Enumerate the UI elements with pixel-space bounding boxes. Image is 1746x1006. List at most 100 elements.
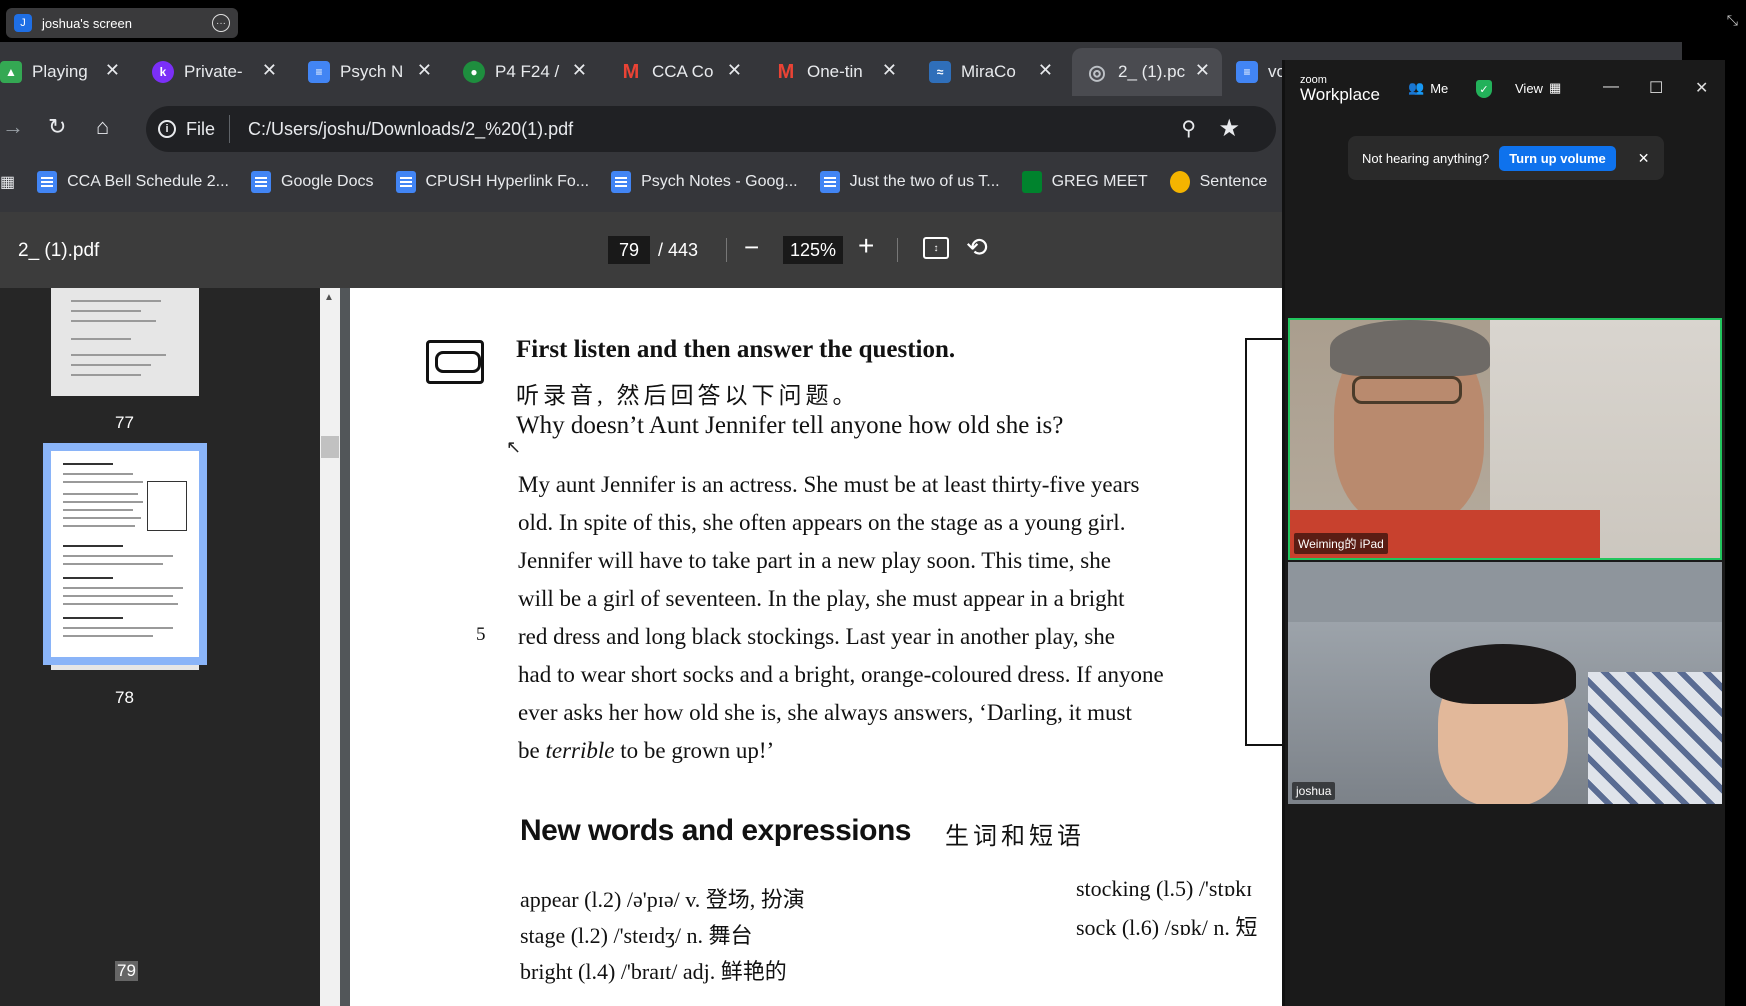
zoom-out-button[interactable]: − <box>744 232 759 263</box>
thumbnail-label: 78 <box>115 688 134 707</box>
forward-icon[interactable]: → <box>2 114 24 140</box>
line-number: 5 <box>476 624 486 645</box>
passage-line: My aunt Jennifer is an actress. She must… <box>518 472 1140 497</box>
more-options-icon[interactable]: ··· <box>212 14 230 32</box>
page-thumbnail-79-selected[interactable] <box>43 443 207 665</box>
toolbar-divider <box>726 238 727 262</box>
meeting-tool-label: Me <box>1430 80 1449 96</box>
maximize-icon[interactable]: ☐ <box>1649 78 1663 98</box>
google-docs-icon <box>37 171 58 193</box>
shield-check-icon: ✓ <box>1476 80 1492 98</box>
tab-label: 2_ (1).pc <box>1118 62 1186 81</box>
participant-hair <box>1430 644 1576 704</box>
close-icon[interactable]: ✕ <box>882 60 897 81</box>
close-icon[interactable]: ✕ <box>572 60 587 81</box>
view-label: View <box>1515 80 1543 96</box>
tab-psych-notes[interactable]: ≡ Psych N ✕ <box>308 48 432 96</box>
view-button[interactable]: View ▦ <box>1515 80 1561 96</box>
pdf-title: 2_ (1).pdf <box>18 240 100 261</box>
file-chip-label: File <box>186 118 216 139</box>
page-thumbnail-77[interactable] <box>51 288 199 396</box>
sidebar-scrollbar[interactable] <box>320 288 340 1006</box>
page-number-input[interactable]: 79 <box>608 236 650 264</box>
meeting-info-button[interactable]: 👥 Me <box>1408 80 1448 96</box>
tab-one-time[interactable]: M One-tin ✕ <box>775 48 897 96</box>
zoom-magnifier-icon[interactable]: ⚲ <box>1181 116 1196 141</box>
home-icon[interactable]: ⌂ <box>96 114 109 140</box>
tab-cca-co[interactable]: M CCA Co ✕ <box>620 48 742 96</box>
lesson-passage: My aunt Jennifer is an actress. She must… <box>518 466 1290 770</box>
audio-notice-text: Not hearing anything? <box>1362 150 1490 166</box>
passage-emphasis: terrible <box>545 738 615 763</box>
address-bar[interactable]: i File C:/Users/joshu/Downloads/2_%20(1)… <box>146 106 1276 152</box>
close-icon[interactable]: ✕ <box>1638 150 1650 167</box>
close-icon[interactable]: ✕ <box>1195 60 1210 81</box>
exit-fullscreen-icon[interactable]: ⤡ <box>1727 12 1738 29</box>
bookmark-label: CPUSH Hyperlink Fo... <box>425 173 590 190</box>
rotate-icon[interactable]: ⟲ <box>966 232 988 263</box>
site-info-chip[interactable]: i File <box>158 115 231 143</box>
url-text[interactable]: C:/Users/joshu/Downloads/2_%20(1).pdf <box>248 119 573 140</box>
tab-playing[interactable]: ▲ Playing ✕ <box>0 48 120 96</box>
security-button[interactable]: ✓ <box>1476 80 1492 98</box>
tab-p4-f24[interactable]: ● P4 F24 / ✕ <box>463 48 587 96</box>
google-docs-icon <box>611 171 632 193</box>
passage-line: will be a girl of seventeen. In the play… <box>518 586 1125 611</box>
google-docs-icon <box>395 171 416 193</box>
passage-line: be terrible to be grown up!’ <box>518 732 1290 770</box>
passage-line: Jennifer will have to take part in a new… <box>518 548 1111 573</box>
tab-pdf-active[interactable]: ◎ 2_ (1).pc ✕ <box>1072 48 1222 96</box>
globe-icon: ◎ <box>1088 61 1106 84</box>
tab-private[interactable]: k Private- ✕ <box>152 48 277 96</box>
close-icon[interactable]: ✕ <box>417 60 432 81</box>
vocab-entry: appear (l.2) /ə'pɪə/ v. 登场, 扮演 <box>520 887 805 912</box>
lesson-instruction-chinese: 听录音, 然后回答以下问题。 <box>516 383 860 408</box>
bookmark-star-icon[interactable]: ★ <box>1218 114 1240 143</box>
screen-share-bar: J joshua's screen ··· ⤡ <box>0 0 1746 42</box>
bookmark-cpush[interactable]: CPUSH Hyperlink Fo... <box>395 171 590 193</box>
apps-grid-icon[interactable]: ▦ <box>0 172 15 192</box>
bookmark-cca-bell[interactable]: CCA Bell Schedule 2... <box>37 171 229 193</box>
vocab-entry: stocking (l.5) /'stɒkɪ <box>1076 876 1253 901</box>
turn-up-volume-button[interactable]: Turn up volume <box>1499 145 1616 171</box>
close-window-icon[interactable]: ✕ <box>1695 78 1708 98</box>
bookmark-greg-meet[interactable]: GREG MEET <box>1021 171 1148 193</box>
zoom-in-button[interactable]: + <box>858 230 874 262</box>
k-app-icon: k <box>152 61 174 83</box>
bookmark-psych-notes[interactable]: Psych Notes - Goog... <box>611 171 798 193</box>
minimize-icon[interactable]: — <box>1603 78 1619 96</box>
participant-video-joshua[interactable]: joshua <box>1288 562 1722 804</box>
bookmark-sentence[interactable]: Sentence <box>1169 171 1267 193</box>
fit-to-page-icon[interactable]: ↕ <box>923 237 949 259</box>
lesson-instruction: First listen and then answer the questio… <box>516 336 956 363</box>
zoom-level-input[interactable]: 125% <box>783 236 843 264</box>
participant-video-weiming[interactable]: Weiming的 iPad <box>1288 318 1722 560</box>
tab-label: Playing <box>32 62 88 81</box>
participant-hair <box>1330 320 1490 376</box>
background-couch <box>1288 562 1722 622</box>
tab-strip: ▲ Playing ✕ k Private- ✕ ≡ Psych N ✕ ● P… <box>0 48 1290 98</box>
google-docs-icon: ≡ <box>308 61 330 83</box>
bookmark-google-docs[interactable]: Google Docs <box>251 171 374 193</box>
passage-line: had to wear short socks and a bright, or… <box>518 662 1164 687</box>
bookmark-just-the-two[interactable]: Just the two of us T... <box>819 171 1000 193</box>
bookmark-label: Google Docs <box>281 173 374 190</box>
passage-line: ever asks her how old she is, she always… <box>518 700 1132 725</box>
info-icon: i <box>158 120 176 138</box>
scroll-up-arrow-icon[interactable]: ▲ <box>324 292 334 303</box>
close-icon[interactable]: ✕ <box>262 60 277 81</box>
passage-text: be <box>518 738 546 763</box>
reload-icon[interactable]: ↻ <box>48 114 66 140</box>
tab-label: Private- <box>184 62 243 81</box>
zoom-brand-name: Workplace <box>1300 85 1380 104</box>
bookmark-label: GREG MEET <box>1051 173 1148 190</box>
close-icon[interactable]: ✕ <box>1038 60 1053 81</box>
passage-text: to be grown up!’ <box>614 738 775 763</box>
bookmark-label: Psych Notes - Goog... <box>641 173 798 190</box>
tab-label: MiraCo <box>961 62 1016 81</box>
screen-share-pill[interactable]: J joshua's screen ··· <box>6 8 238 38</box>
sidebar-scroll-thumb[interactable] <box>321 436 339 458</box>
close-icon[interactable]: ✕ <box>727 60 742 81</box>
tab-miracosta[interactable]: ≈ MiraCo ✕ <box>929 48 1053 96</box>
close-icon[interactable]: ✕ <box>105 60 120 81</box>
